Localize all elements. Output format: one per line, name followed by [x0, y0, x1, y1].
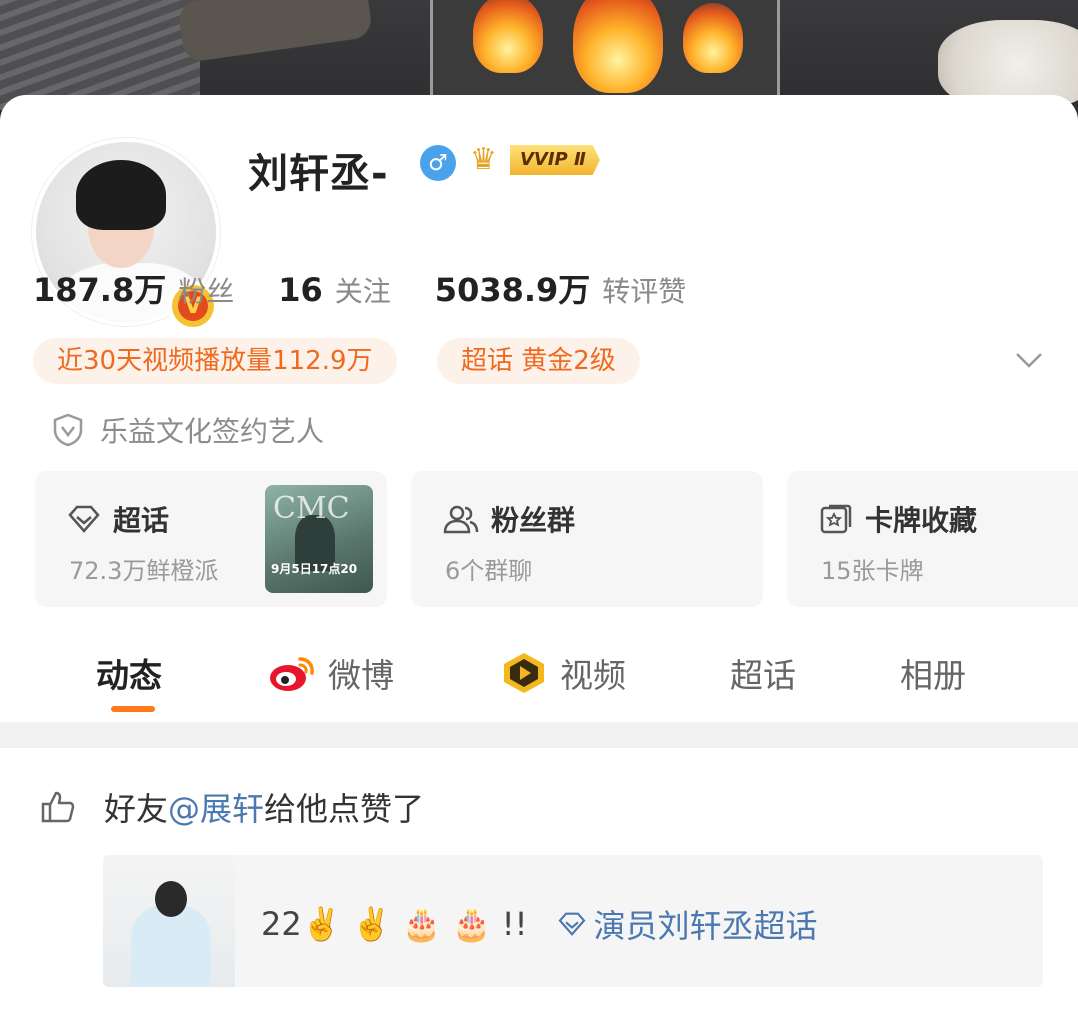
tab-label: 视频: [560, 656, 626, 695]
video-views-pill[interactable]: 近30天视频播放量112.9万: [33, 338, 397, 384]
vvip-badge[interactable]: ♛ VVIP Ⅱ: [470, 143, 600, 177]
tile-title: 粉丝群: [443, 499, 575, 539]
stat-label: 粉丝: [178, 275, 235, 308]
diamond-icon: [68, 505, 100, 533]
profile-tabs: 动态 微博 视频 超话 相册: [0, 633, 1078, 715]
signed-artist-info: 乐益文化签约艺人: [52, 410, 324, 450]
tab-chaohua[interactable]: 超话: [730, 649, 796, 697]
post-topic-link[interactable]: 演员刘轩丞超话: [557, 901, 817, 947]
section-divider: [0, 722, 1078, 748]
weibo-logo-icon: [270, 657, 314, 691]
tab-label: 超话: [730, 656, 796, 695]
tab-weibo[interactable]: 微博: [268, 649, 394, 697]
stat-value: 5038.9万: [434, 271, 591, 309]
stat-label: 关注: [334, 275, 391, 308]
chevron-down-icon[interactable]: [1014, 350, 1044, 370]
profile-name: 刘轩丞-: [248, 151, 389, 197]
thumbnail-date: 9月5日17点20: [271, 562, 358, 576]
post-text: 22✌️ ✌️ 🎂 🎂 !!: [261, 905, 528, 943]
stat-interactions[interactable]: 5038.9万 转评赞: [435, 265, 687, 311]
thumbs-up-icon: [41, 791, 75, 823]
stat-label: 转评赞: [602, 275, 687, 308]
post-topic-text: 演员刘轩丞超话: [593, 907, 818, 945]
tile-title-text: 超话: [113, 504, 170, 537]
active-tab-indicator: [111, 706, 155, 712]
friend-mention-link[interactable]: @展轩: [168, 784, 264, 830]
card-icon: [820, 504, 852, 534]
vvip-label: VVIP Ⅱ: [510, 145, 600, 175]
stat-followers[interactable]: 187.8万 粉丝: [33, 265, 234, 311]
feature-tiles: 超话 72.3万鲜橙派 CMC 9月5日17点20 粉丝群 6个群聊 卡牌收藏 …: [35, 471, 1078, 607]
shield-icon: [53, 413, 83, 447]
male-gender-icon: ♂: [420, 145, 456, 181]
friend-liked-line: 好友 @展轩 给他点赞了: [40, 784, 424, 830]
tile-subtitle: 6个群聊: [445, 557, 533, 585]
tab-dynamics[interactable]: 动态: [96, 649, 162, 697]
tile-subtitle: 72.3万鲜橙派: [69, 557, 219, 585]
liked-suffix: 给他点赞了: [264, 790, 425, 828]
stat-value: 187.8万: [33, 271, 167, 309]
video-play-icon: [504, 653, 544, 693]
crown-icon: ♛: [470, 142, 497, 177]
tab-video[interactable]: 视频: [500, 649, 626, 697]
signed-text: 乐益文化签约艺人: [100, 415, 325, 448]
tile-title: 卡牌收藏: [819, 499, 977, 539]
post-text-row: 22✌️ ✌️ 🎂 🎂 !! 演员刘轩丞超话: [261, 901, 817, 947]
thumbnail-logo: CMC: [273, 491, 350, 526]
tile-subtitle: 15张卡牌: [821, 557, 924, 585]
tile-title-text: 粉丝群: [491, 504, 576, 537]
tile-chaohua[interactable]: 超话 72.3万鲜橙派 CMC 9月5日17点20: [35, 471, 387, 607]
tile-title: 超话: [67, 499, 169, 539]
profile-card: V 刘轩丞- ♂ ♛ VVIP Ⅱ 187.8万 粉丝 16 关注 5038.9…: [0, 95, 1078, 715]
cover-rug: [0, 0, 200, 110]
chaohua-level-pill[interactable]: 超话 黄金2级: [437, 338, 640, 384]
tab-label: 相册: [900, 656, 966, 695]
tab-label: 微博: [328, 656, 394, 695]
tab-label: 动态: [96, 656, 162, 695]
chaohua-thumbnail[interactable]: CMC 9月5日17点20: [265, 485, 373, 593]
feed: 好友 @展轩 给他点赞了 22✌️ ✌️ 🎂 🎂 !! 演员刘轩丞超话: [0, 748, 1078, 1018]
tile-title-text: 卡牌收藏: [865, 504, 978, 537]
group-icon: [443, 505, 479, 534]
tab-album[interactable]: 相册: [900, 649, 966, 697]
stat-value: 16: [278, 271, 323, 309]
cover-pillow: [176, 0, 374, 63]
tile-card-collection[interactable]: 卡牌收藏 15张卡牌: [787, 471, 1078, 607]
tile-fan-group[interactable]: 粉丝群 6个群聊: [411, 471, 763, 607]
cover-firepit: [430, 0, 780, 100]
stats-row: 187.8万 粉丝 16 关注 5038.9万 转评赞: [33, 265, 730, 311]
diamond-icon: [559, 912, 586, 936]
post-thumbnail[interactable]: [103, 855, 235, 987]
stat-following[interactable]: 16 关注: [278, 270, 391, 310]
liked-post-card[interactable]: 22✌️ ✌️ 🎂 🎂 !! 演员刘轩丞超话: [103, 855, 1043, 987]
liked-prefix: 好友: [104, 790, 169, 828]
